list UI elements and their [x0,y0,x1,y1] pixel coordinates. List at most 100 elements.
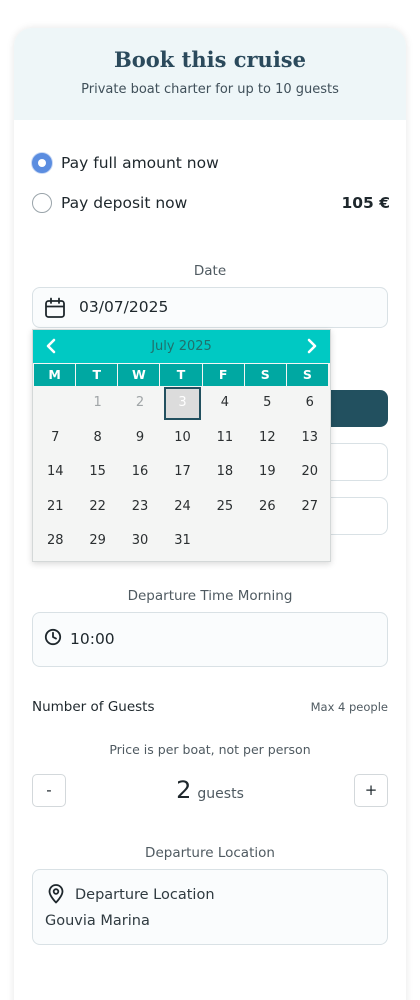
calendar-day[interactable]: 12 [246,421,288,456]
calendar-day[interactable]: 14 [34,455,76,490]
calendar-day[interactable]: 4 [204,386,246,421]
calendar-day[interactable]: 27 [289,490,331,525]
weekday-sun: S [286,364,328,386]
guests-max-note: Max 4 people [310,700,388,714]
date-picker-popup: July 2025 M T W T F S S 1 2 3 4 5 6 7 8 9 10 11 12 1… [32,329,331,562]
weekday-mon: M [34,364,76,386]
calendar-day[interactable]: 30 [119,524,161,559]
departure-time-value: 10:00 [70,630,115,648]
radio-deposit[interactable] [32,193,52,213]
payment-option-full-label: Pay full amount now [61,154,219,172]
calendar-day-label: 9 [135,429,145,445]
calendar-day[interactable]: 13 [289,421,331,456]
calendar-day[interactable]: 15 [76,455,118,490]
calendar-day-label: 13 [301,429,319,445]
calendar-day-label: 18 [216,464,234,479]
calendar-day-label: 7 [51,429,60,445]
guest-count-display: 2 guests [14,776,406,804]
payment-option-full[interactable]: Pay full amount now [32,151,390,175]
weekday-thu: T [160,364,202,386]
clock-icon [44,628,62,646]
calendar-day-label: 4 [220,395,230,410]
calendar-day-label: 10 [174,429,191,445]
calendar-day[interactable]: 8 [76,421,118,456]
calendar-day[interactable]: 17 [161,455,203,490]
calendar-day[interactable]: 25 [204,490,246,525]
payment-option-deposit[interactable]: Pay deposit now 105 € [32,191,390,215]
date-value: 03/07/2025 [79,298,169,316]
calendar-day-label: 12 [259,429,276,445]
guest-count: 2 [176,776,192,804]
page-subtitle: Private boat charter for up to 10 guests [81,82,339,97]
calendar-day-label: 8 [93,429,102,445]
calendar-day[interactable]: 22 [76,490,118,525]
calendar-day[interactable]: 6 [289,386,331,421]
calendar-header: July 2025 [33,330,330,363]
calendar-day-label: 23 [131,498,149,514]
calendar-day[interactable]: 5 [246,386,288,421]
calendar-day[interactable]: 9 [119,421,161,456]
calendar-day[interactable]: 11 [204,421,246,456]
increase-guests-button[interactable]: + [354,774,388,807]
calendar-day-label: 15 [89,464,106,479]
calendar-day[interactable]: 21 [34,490,76,525]
calendar-day[interactable]: 7 [34,421,76,456]
calendar-day-label: 30 [131,533,149,548]
weekday-wed: W [118,364,160,386]
calendar-day[interactable]: 20 [289,455,331,490]
calendar-day-label: 22 [89,498,106,514]
calendar-day[interactable]: 18 [204,455,246,490]
calendar-day-label: 19 [259,464,276,479]
calendar-empty-cell [34,386,76,421]
calendar-week-row: 7 8 9 10 11 12 13 [34,421,331,456]
calendar-day-label: 17 [174,464,191,479]
calendar-day[interactable]: 28 [34,524,76,559]
calendar-day-label: 16 [131,464,149,479]
calendar-empty-cell [289,524,331,559]
departure-location-label: Departure Location [145,845,275,861]
chevron-right-icon[interactable] [300,335,322,357]
calendar-icon [45,297,65,318]
calendar-week-row: 21 22 23 24 25 26 27 [34,490,331,525]
departure-time-field[interactable]: 10:00 [32,612,388,667]
calendar-day-label: 26 [259,498,276,514]
calendar-day[interactable]: 16 [119,455,161,490]
radio-full-amount[interactable] [32,153,52,173]
calendar-day-disabled: 2 [119,386,161,421]
page-title: Book this cruise [114,47,306,72]
calendar-day-disabled: 1 [76,386,118,421]
calendar-day-label: 27 [301,498,319,514]
guests-title: Number of Guests [32,699,155,715]
departure-location-field[interactable]: Departure Location Gouvia Marina [32,869,388,945]
weekday-sat: S [244,364,286,386]
weekday-tue: T [76,364,118,386]
departure-time-label: Departure Time Morning [127,588,293,604]
calendar-week-row: 14 15 16 17 18 19 20 [34,455,331,490]
date-field[interactable]: 03/07/2025 [32,287,388,328]
calendar-day-label: 25 [216,498,234,514]
calendar-day[interactable]: 31 [161,524,203,559]
location-field-title: Departure Location [75,887,215,903]
calendar-empty-cell [246,524,288,559]
calendar-day[interactable]: 19 [246,455,288,490]
calendar-day-label: 6 [305,395,314,410]
card-header: Book this cruise Private boat charter fo… [14,28,406,120]
calendar-day-label: 31 [174,533,191,548]
calendar-day-label: 14 [46,464,64,479]
calendar-day[interactable]: 23 [119,490,161,525]
calendar-day-label: 1 [93,395,102,410]
calendar-day-label: 28 [46,533,64,548]
calendar-month-label: July 2025 [151,339,212,354]
calendar-day-label: 11 [216,429,234,445]
calendar-day[interactable]: 26 [246,490,288,525]
calendar-day-selected[interactable]: 3 [161,386,203,421]
calendar-empty-cell [204,524,246,559]
weekday-fri: F [202,364,244,386]
calendar-day-label: 24 [174,498,191,514]
calendar-day[interactable]: 10 [161,421,203,456]
calendar-day-label: 5 [263,395,272,410]
calendar-day[interactable]: 29 [76,524,118,559]
calendar-day[interactable]: 24 [161,490,203,525]
booking-card: Book this cruise Private boat charter fo… [14,28,406,1000]
calendar-day-label: 20 [301,464,319,479]
